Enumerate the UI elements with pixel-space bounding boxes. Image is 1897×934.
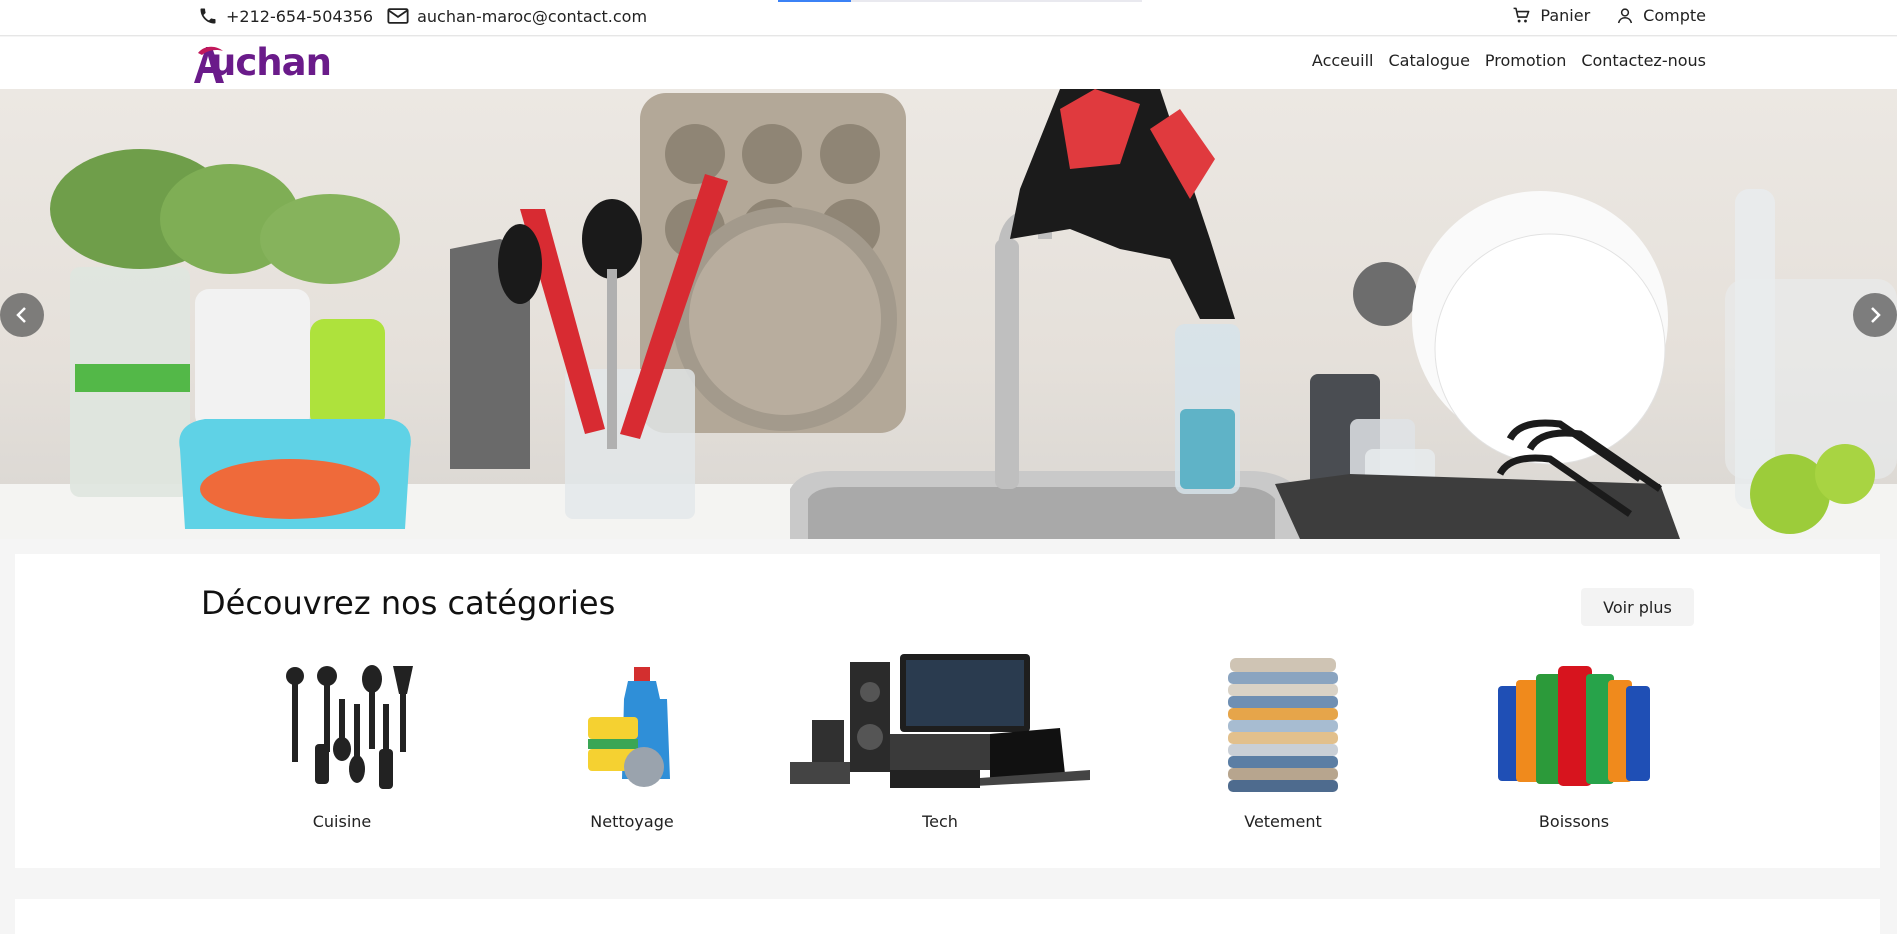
kitchen-utensils-icon [286, 665, 413, 789]
nav-item-promotion[interactable]: Promotion [1485, 51, 1566, 70]
user-icon [1618, 8, 1633, 24]
soda-cans-icon [1498, 666, 1650, 786]
phone-icon [200, 8, 216, 24]
category-label: Boissons [1538, 812, 1610, 831]
nav-links: Acceuill Catalogue Promotion Contactez-n… [1297, 51, 1706, 70]
hero-carousel [0, 89, 1897, 539]
nav-item-accueil[interactable]: Acceuill [1312, 51, 1374, 70]
auchan-logo[interactable]: uchan [190, 41, 360, 85]
hero-kitchen-image [0, 89, 1897, 539]
phone-contact[interactable]: +212-654-504356 [198, 6, 373, 26]
category-label: Tech [922, 812, 958, 831]
categories-section: Découvrez nos catégories Voir plus Cuisi… [15, 554, 1880, 868]
nav-item-contact[interactable]: Contactez-nous [1581, 51, 1706, 70]
progress-fill [778, 0, 851, 2]
account-label: Compte [1643, 6, 1706, 25]
chevron-right-icon [1871, 307, 1881, 323]
carousel-prev-button[interactable] [0, 293, 44, 337]
clothes-stack-icon [1228, 658, 1338, 792]
category-label: Vetement [1244, 812, 1322, 831]
nav-item-catalogue[interactable]: Catalogue [1388, 51, 1469, 70]
category-nettoyage[interactable]: Nettoyage [537, 654, 727, 831]
phone-number: +212-654-504356 [226, 6, 374, 26]
categories-title: Découvrez nos catégories [201, 584, 616, 622]
carousel-next-button[interactable] [1853, 293, 1897, 337]
email-contact[interactable]: auchan-maroc@contact.com [387, 7, 647, 26]
chevron-left-icon [16, 307, 26, 323]
category-label: Cuisine [312, 812, 372, 831]
account-link[interactable]: Compte [1616, 6, 1706, 25]
email-address: auchan-maroc@contact.com [417, 6, 648, 26]
category-cuisine[interactable]: Cuisine [247, 654, 437, 831]
category-tech[interactable]: Tech [790, 654, 1090, 831]
next-section-card [15, 899, 1880, 934]
mail-icon [387, 8, 409, 24]
top-contact-bar: +212-654-504356 auchan-maroc@contact.com… [0, 0, 1897, 36]
page-load-progress [778, 0, 1142, 2]
category-label: Nettoyage [590, 812, 674, 831]
see-more-button[interactable]: Voir plus [1581, 588, 1694, 626]
category-boissons[interactable]: Boissons [1479, 654, 1669, 831]
cleaning-products-icon [588, 667, 670, 787]
cart-label: Panier [1540, 6, 1591, 25]
category-vetement[interactable]: Vetement [1188, 654, 1378, 831]
main-navbar: uchan Acceuill Catalogue Promotion Conta… [0, 37, 1897, 89]
electronics-icon [790, 654, 1090, 788]
cart-link[interactable]: Panier [1512, 6, 1590, 25]
cart-icon [1514, 7, 1530, 23]
logo-wordmark: uchan [210, 41, 332, 84]
